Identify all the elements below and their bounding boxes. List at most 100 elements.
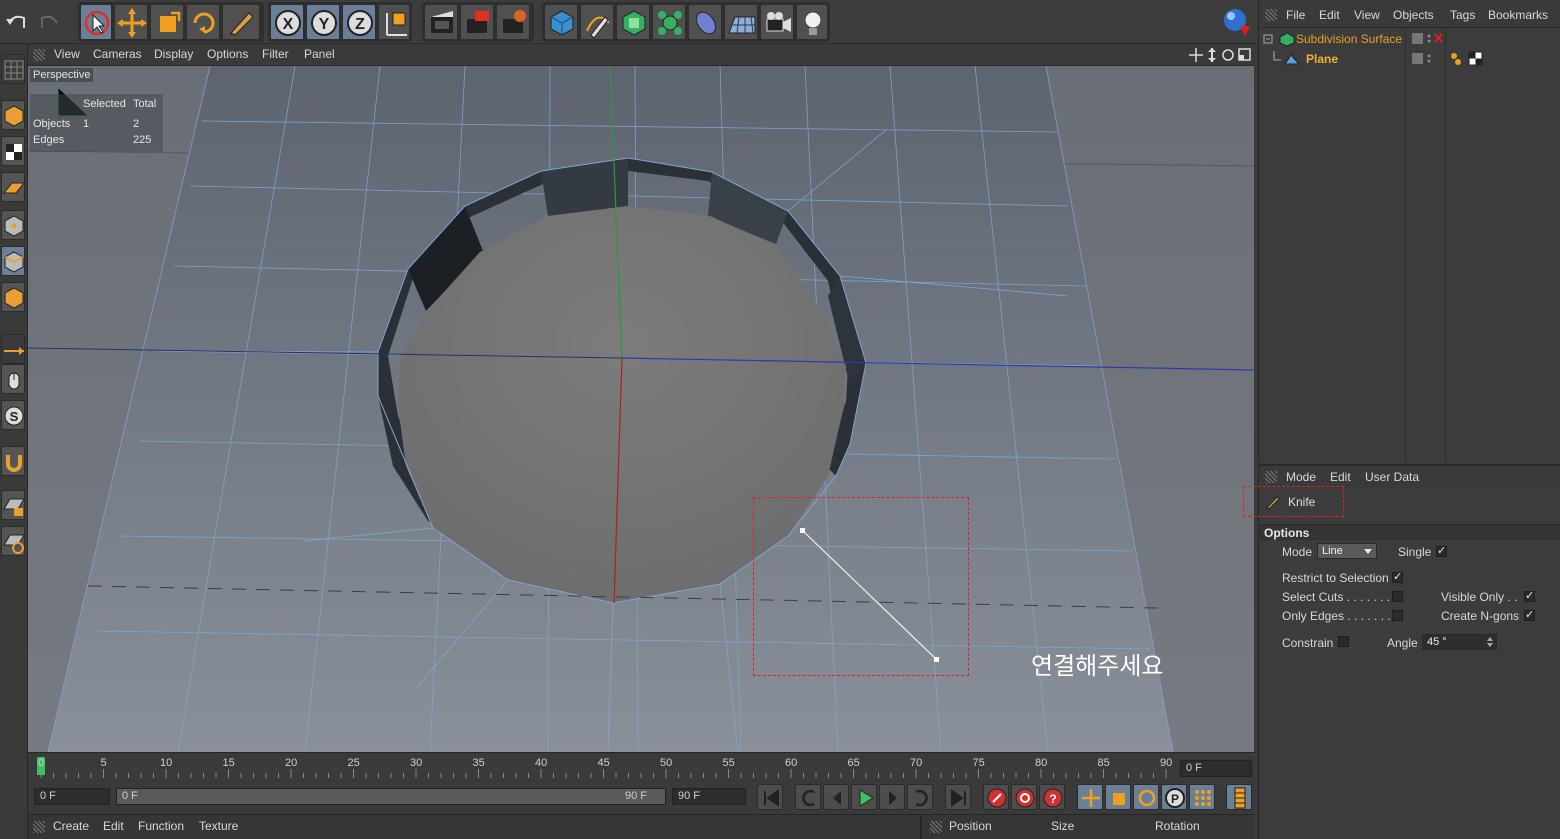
- move-tool-button[interactable]: [114, 4, 148, 40]
- axis-mode-icon[interactable]: [1, 334, 25, 364]
- previous-frame-button[interactable]: [823, 784, 849, 810]
- viewport-menu-filter[interactable]: Filter: [262, 47, 289, 61]
- hud-row-total: 225: [133, 134, 152, 146]
- render-picture-viewer-button[interactable]: [460, 4, 494, 40]
- keyframe-selection-button[interactable]: ?: [1039, 784, 1065, 810]
- om-menu-file[interactable]: File: [1286, 8, 1305, 22]
- material-menu-texture[interactable]: Texture: [199, 819, 238, 833]
- texture-mode-icon[interactable]: [1, 136, 25, 166]
- material-sphere-icon[interactable]: [1220, 4, 1254, 40]
- viewport-menu-options[interactable]: Options: [207, 47, 248, 61]
- render-settings-button[interactable]: [496, 4, 530, 40]
- render-view-button[interactable]: [424, 4, 458, 40]
- floor-object-button[interactable]: [724, 4, 758, 40]
- object-row-plane[interactable]: Plane: [1259, 49, 1560, 69]
- key-point-level-button[interactable]: [1189, 784, 1215, 810]
- next-frame-button[interactable]: [879, 784, 905, 810]
- key-rotation-button[interactable]: [1133, 784, 1159, 810]
- om-menu-edit[interactable]: Edit: [1319, 8, 1340, 22]
- polygons-mode-icon[interactable]: [1, 282, 25, 312]
- tags-icons[interactable]: [1449, 51, 1485, 67]
- material-menu-function[interactable]: Function: [138, 819, 184, 833]
- tweak-mode-icon[interactable]: [1, 364, 25, 394]
- only-edges-label: Only Edges . . . . . . . .: [1282, 609, 1398, 623]
- stepper-icon[interactable]: [1487, 637, 1493, 647]
- coordinate-system-button[interactable]: [378, 4, 410, 40]
- viewport-menu-view[interactable]: View: [54, 47, 80, 61]
- current-frame-field[interactable]: 0 F: [1180, 760, 1252, 777]
- scale-tool-button[interactable]: [150, 4, 184, 40]
- viewport-menu-display[interactable]: Display: [154, 47, 193, 61]
- select-cuts-checkbox[interactable]: [1392, 591, 1403, 602]
- edges-mode-icon[interactable]: [1, 246, 25, 276]
- spline-pen-button[interactable]: [580, 4, 614, 40]
- snap-magnet-icon[interactable]: [1, 446, 25, 476]
- viewport-menu-panel[interactable]: Panel: [304, 47, 335, 61]
- visible-only-checkbox[interactable]: ✓: [1524, 591, 1535, 602]
- only-edges-checkbox[interactable]: [1392, 610, 1403, 621]
- autokeying-button[interactable]: [1011, 784, 1037, 810]
- points-mode-icon[interactable]: [1, 210, 25, 240]
- visibility-toggle-icon[interactable]: [1411, 52, 1435, 66]
- om-menu-view[interactable]: View: [1354, 8, 1380, 22]
- z-axis-lock-button[interactable]: Z: [342, 4, 376, 40]
- key-parameter-button[interactable]: P: [1161, 784, 1187, 810]
- mode-dropdown[interactable]: Line: [1317, 543, 1377, 559]
- constrain-checkbox[interactable]: [1338, 636, 1349, 647]
- rotate-tool-button[interactable]: [186, 4, 220, 40]
- camera-object-button[interactable]: [760, 4, 794, 40]
- restrict-to-selection-checkbox[interactable]: ✓: [1392, 572, 1403, 583]
- timeline-film-button[interactable]: [1226, 784, 1252, 810]
- om-menu-objects[interactable]: Objects: [1393, 8, 1434, 22]
- model-mode-icon[interactable]: [1, 100, 25, 130]
- mode-palette: S: [0, 44, 28, 839]
- svg-text:X: X: [283, 16, 294, 33]
- perspective-viewport[interactable]: Perspective Selected Total Objects 1 2 E…: [28, 66, 1254, 752]
- workplane-lock-icon[interactable]: [1, 490, 25, 520]
- om-menu-bookmarks[interactable]: Bookmarks: [1488, 8, 1548, 22]
- key-scale-button[interactable]: [1105, 784, 1131, 810]
- knife-tool-button[interactable]: [222, 4, 260, 40]
- solo-mode-icon[interactable]: S: [1, 400, 25, 430]
- viewport-nav-icons[interactable]: [1188, 47, 1252, 63]
- om-menu-tags[interactable]: Tags: [1450, 8, 1475, 22]
- am-menu-mode[interactable]: Mode: [1286, 470, 1316, 484]
- subdivision-surface-button[interactable]: [616, 4, 650, 40]
- cube-object-button[interactable]: [544, 4, 578, 40]
- workplane-mode-icon[interactable]: [1, 172, 26, 202]
- record-keys-button[interactable]: [983, 784, 1009, 810]
- undo-button[interactable]: [2, 4, 32, 40]
- angle-input[interactable]: 45 °: [1422, 634, 1497, 650]
- object-name[interactable]: Subdivision Surface: [1296, 32, 1402, 46]
- locked-workplane-icon[interactable]: [1, 526, 25, 556]
- go-to-end-button[interactable]: [945, 784, 971, 810]
- frame-range-slider[interactable]: 0 F 90 F: [116, 788, 666, 805]
- timeline-ruler[interactable]: 0 5 10 15 20 25 30 35 40 45 50 55 60 65 70 75 80 85 90 0 F: [28, 752, 1254, 782]
- create-ngons-checkbox[interactable]: ✓: [1524, 610, 1535, 621]
- object-name[interactable]: Plane: [1306, 52, 1338, 66]
- previous-key-button[interactable]: [795, 784, 821, 810]
- y-axis-lock-button[interactable]: Y: [306, 4, 340, 40]
- next-key-button[interactable]: [907, 784, 933, 810]
- deformer-button[interactable]: [688, 4, 722, 40]
- object-row-subdivision-surface[interactable]: Subdivision Surface: [1259, 29, 1560, 49]
- start-frame-field[interactable]: 0 F: [34, 788, 110, 805]
- visibility-toggle-icon[interactable]: [1411, 32, 1445, 46]
- viewport-menu-cameras[interactable]: Cameras: [93, 47, 142, 61]
- material-menu-edit[interactable]: Edit: [103, 819, 124, 833]
- key-position-button[interactable]: [1077, 784, 1103, 810]
- cloner-button[interactable]: [652, 4, 686, 40]
- hud-stats-overlay: Selected Total Objects 1 2 Edges 225: [30, 94, 163, 152]
- x-axis-lock-button[interactable]: X: [270, 4, 304, 40]
- light-object-button[interactable]: [796, 4, 828, 40]
- redo-button[interactable]: [34, 4, 64, 40]
- material-menu-create[interactable]: Create: [53, 819, 89, 833]
- am-menu-user-data[interactable]: User Data: [1365, 470, 1419, 484]
- make-editable-icon[interactable]: [1, 54, 25, 84]
- go-to-start-button[interactable]: [757, 784, 783, 810]
- select-tool-button[interactable]: [80, 4, 112, 40]
- end-frame-field[interactable]: 90 F: [672, 788, 746, 805]
- play-button[interactable]: [851, 784, 877, 810]
- single-checkbox[interactable]: ✓: [1436, 546, 1447, 557]
- am-menu-edit[interactable]: Edit: [1330, 470, 1351, 484]
